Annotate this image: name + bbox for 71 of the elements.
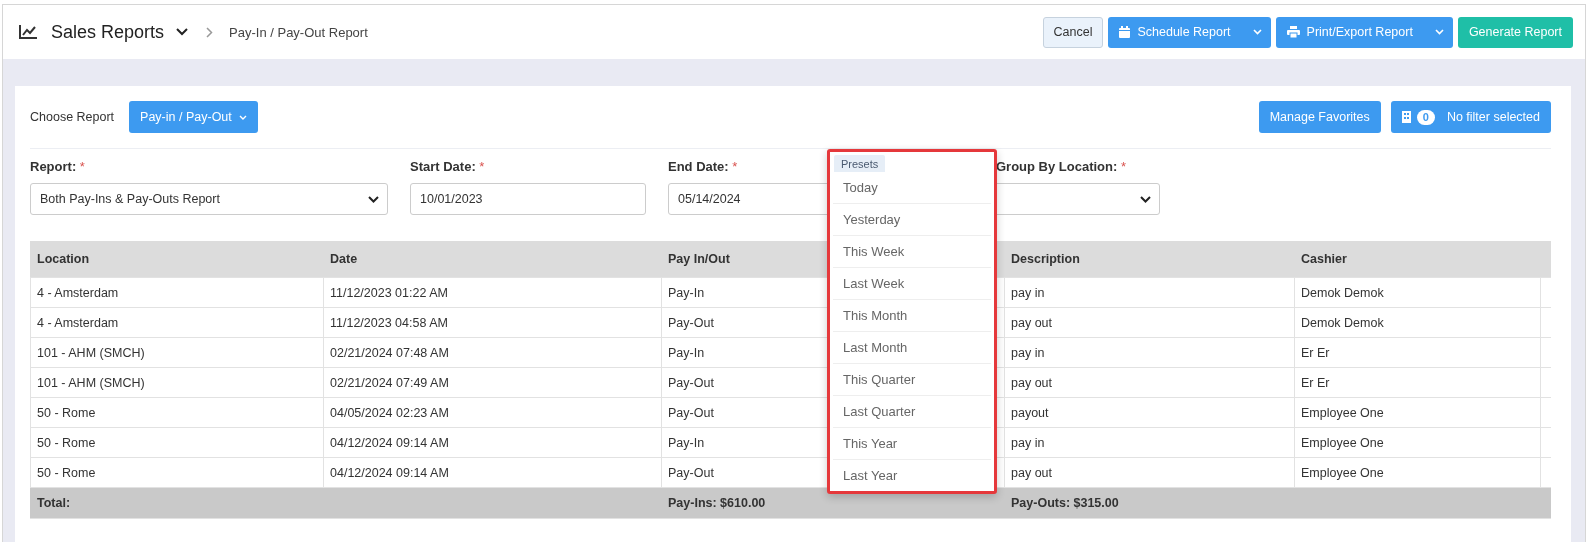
table-cell: 50 - Rome — [30, 398, 324, 427]
preset-item[interactable]: This Month — [833, 300, 991, 332]
table-cell: 04/12/2024 09:14 AM — [324, 458, 662, 487]
table-cell: 101 - AHM (SMCH) — [30, 368, 324, 397]
table-cell: Er Er — [1295, 338, 1541, 367]
building-icon — [1401, 111, 1411, 123]
caret-icon — [1434, 29, 1444, 35]
preset-item[interactable]: This Year — [833, 428, 991, 460]
chevron-down-icon — [368, 195, 379, 203]
table-cell: 04/05/2024 02:23 AM — [324, 398, 662, 427]
filter-label: No filter selected — [1446, 110, 1540, 124]
table-cell: Employee One — [1295, 428, 1541, 457]
dropdown-toggle[interactable] — [1240, 16, 1271, 48]
table-cell: Er Er — [1295, 368, 1541, 397]
table-cell: pay in — [1005, 278, 1295, 307]
table-cell: 02/21/2024 07:49 AM — [324, 368, 662, 397]
table-cell: 50 - Rome — [30, 458, 324, 487]
chevron-down-icon[interactable] — [176, 28, 189, 36]
presets-tab[interactable]: Presets — [834, 155, 886, 172]
table-cell: 11/12/2023 04:58 AM — [324, 308, 662, 337]
field-label: Start Date: * — [410, 159, 485, 174]
total-label: Total: — [37, 496, 71, 510]
column-header: Date — [330, 252, 358, 266]
table-cell: pay in — [1005, 338, 1295, 367]
page-title: Sales Reports — [51, 21, 165, 43]
pay-outs-total: Pay-Outs: $315.00 — [1011, 496, 1119, 510]
table-cell: pay in — [1005, 428, 1295, 457]
chevron-down-icon — [1140, 195, 1151, 203]
table-cell: Employee One — [1295, 398, 1541, 427]
preset-item[interactable]: Last Quarter — [833, 396, 991, 428]
printer-icon — [1286, 26, 1300, 38]
chart-icon — [19, 25, 37, 39]
preset-item[interactable]: Last Week — [833, 268, 991, 300]
calendar-icon — [1119, 26, 1131, 38]
column-header: Cashier — [1301, 252, 1347, 266]
field-label: Report: * — [30, 159, 85, 174]
table-cell: Employee One — [1295, 458, 1541, 487]
preset-item[interactable]: This Quarter — [833, 364, 991, 396]
preset-item[interactable]: Last Month — [833, 332, 991, 364]
table-cell: Demok Demok — [1295, 278, 1541, 307]
table-cell: pay out — [1005, 368, 1295, 397]
table-cell: 4 - Amsterdam — [30, 308, 324, 337]
dropdown-toggle[interactable] — [1422, 16, 1453, 48]
table-cell: Demok Demok — [1295, 308, 1541, 337]
select-field[interactable]: Both Pay-Ins & Pay-Outs Report — [30, 183, 388, 215]
table-cell: pay out — [1005, 308, 1295, 337]
breadcrumb: Pay-In / Pay-Out Report — [229, 24, 368, 40]
table-cell: 02/21/2024 07:48 AM — [324, 338, 662, 367]
date-field[interactable]: 10/01/2023 — [410, 183, 646, 215]
table-cell: 04/12/2024 09:14 AM — [324, 428, 662, 457]
field-label: Group By Location: * — [996, 159, 1126, 174]
table-cell: 4 - Amsterdam — [30, 278, 324, 307]
cancel-button[interactable]: Cancel — [1042, 16, 1104, 48]
caret-icon — [1252, 29, 1262, 35]
preset-item[interactable]: This Week — [833, 236, 991, 268]
preset-item[interactable]: Today — [833, 172, 991, 204]
chevron-right-icon — [206, 26, 214, 38]
preset-item[interactable]: Yesterday — [833, 204, 991, 236]
table-cell: pay out — [1005, 458, 1295, 487]
table-cell: payout — [1005, 398, 1295, 427]
table-cell: 11/12/2023 01:22 AM — [324, 278, 662, 307]
field-label: End Date: * — [668, 159, 738, 174]
column-header: Location — [37, 252, 90, 266]
table-cell: 50 - Rome — [30, 428, 324, 457]
column-header: Pay In/Out — [668, 252, 730, 266]
choose-report-label: Choose Report — [30, 110, 115, 124]
table-cell: 101 - AHM (SMCH) — [30, 338, 324, 367]
column-header: Description — [1011, 252, 1080, 266]
filter-count-badge: 0 — [1416, 109, 1435, 125]
caret-icon — [238, 114, 247, 120]
pay-ins-total: Pay-Ins: $610.00 — [668, 496, 766, 510]
